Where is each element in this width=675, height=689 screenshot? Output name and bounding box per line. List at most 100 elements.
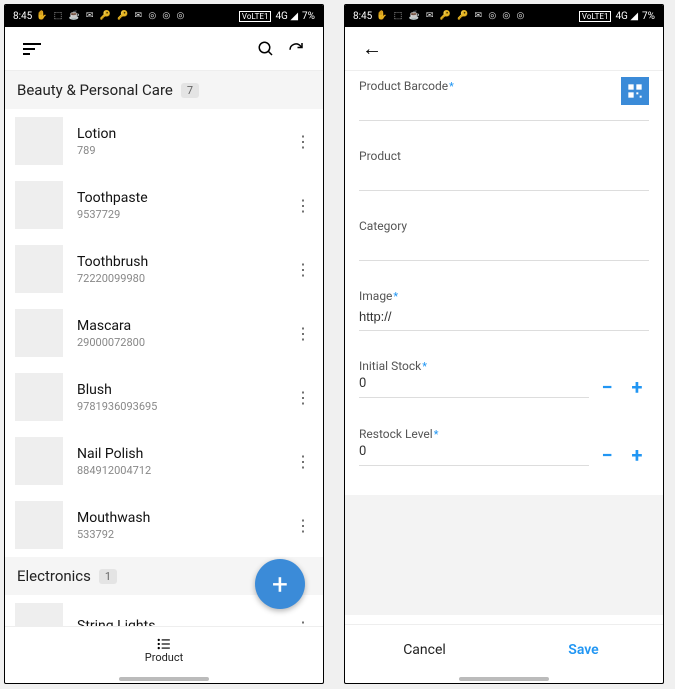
form-area: Product Barcode* Product Category Image*… <box>345 71 663 624</box>
product-name: Mascara <box>77 318 293 334</box>
product-thumbnail <box>15 117 63 165</box>
product-name: Nail Polish <box>77 446 293 462</box>
section-title: Beauty & Personal Care <box>17 81 173 99</box>
list-item[interactable]: Toothbrush72220099980⋮ <box>5 237 323 301</box>
search-button[interactable] <box>251 34 281 64</box>
field-barcode: Product Barcode* <box>359 79 649 121</box>
initial-stock-increment[interactable]: + <box>625 375 649 399</box>
section-count-badge: 1 <box>99 569 117 584</box>
section-title: Electronics <box>17 567 91 585</box>
item-menu-button[interactable]: ⋮ <box>293 388 313 407</box>
status-time: 8:45 <box>353 11 372 22</box>
restock-level-stepper: 0 − + <box>359 443 649 467</box>
list-item[interactable]: Mascara 29000072800⋮ <box>5 301 323 365</box>
scan-barcode-button[interactable] <box>621 77 649 105</box>
image-input[interactable] <box>359 305 649 331</box>
sort-icon <box>23 43 41 55</box>
product-name: Toothbrush <box>77 254 293 270</box>
form-actions: Cancel Save <box>345 624 663 674</box>
status-net: VoLTE1 <box>579 11 612 22</box>
status-bar: 8:45 ✋ ⬚ ☕ ✉ 🔑 🔑 ✉ ◎ ◎ ◎ VoLTE1 4G ◢ 7% <box>5 5 323 27</box>
status-icons: ✋ ⬚ ☕ ✉ 🔑 🔑 ✉ ◎ ◎ ◎ <box>36 11 186 21</box>
plus-icon: + <box>272 568 288 601</box>
product-code: 533792 <box>77 528 293 541</box>
product-input[interactable] <box>359 165 649 191</box>
bottom-nav-label[interactable]: Product <box>145 651 183 664</box>
product-thumbnail <box>15 309 63 357</box>
item-menu-button[interactable]: ⋮ <box>293 516 313 535</box>
search-icon <box>257 40 275 58</box>
list-item[interactable]: Blush 9781936093695⋮ <box>5 365 323 429</box>
product-name: Blush <box>77 382 293 398</box>
save-button[interactable]: Save <box>504 625 663 674</box>
required-mark: * <box>449 80 454 93</box>
status-signal: 4G ◢ <box>275 11 298 22</box>
item-menu-button[interactable]: ⋮ <box>293 260 313 279</box>
image-label: Image <box>359 289 392 303</box>
field-category: Category <box>359 219 649 261</box>
list-item[interactable]: Lotion 789⋮ <box>5 109 323 173</box>
field-image: Image* <box>359 289 649 331</box>
nav-handle <box>119 677 209 681</box>
status-bar: 8:45 ✋ ⬚ ☕ ✉ 🔑 🔑 ✉ ◎ ◎ ◎ VoLTE1 4G ◢ 7% <box>345 5 663 27</box>
back-arrow-icon: ← <box>362 36 382 61</box>
form-topbar: ← <box>345 27 663 71</box>
product-name: String Lights <box>77 618 293 626</box>
category-input[interactable] <box>359 235 649 261</box>
refresh-icon <box>287 40 305 58</box>
required-mark: * <box>422 360 427 373</box>
category-label: Category <box>359 219 407 233</box>
list-item[interactable]: Mouthwash533792⋮ <box>5 493 323 557</box>
back-button[interactable]: ← <box>357 34 387 64</box>
list-topbar <box>5 27 323 71</box>
initial-stock-stepper: 0 − + <box>359 375 649 399</box>
status-battery: 7% <box>302 11 315 22</box>
barcode-label: Product Barcode <box>359 79 448 93</box>
section-header-beauty[interactable]: Beauty & Personal Care 7 <box>5 71 323 109</box>
restock-level-value[interactable]: 0 <box>359 444 589 466</box>
status-signal: 4G ◢ <box>615 11 638 22</box>
refresh-button[interactable] <box>281 34 311 64</box>
barcode-input[interactable] <box>359 95 649 121</box>
item-menu-button[interactable]: ⋮ <box>293 132 313 151</box>
list-item[interactable]: Nail Polish 884912004712⋮ <box>5 429 323 493</box>
product-thumbnail <box>15 245 63 293</box>
restock-level-decrement[interactable]: − <box>595 443 619 467</box>
add-product-fab[interactable]: + <box>255 559 305 609</box>
required-mark: * <box>393 290 398 303</box>
product-thumbnail <box>15 603 63 626</box>
list-icon <box>156 637 172 651</box>
initial-stock-label: Initial Stock <box>359 359 421 373</box>
field-restock-level: Restock Level* 0 − + <box>359 427 649 467</box>
item-menu-button[interactable]: ⋮ <box>293 324 313 343</box>
initial-stock-value[interactable]: 0 <box>359 376 589 398</box>
product-code: 884912004712 <box>77 464 293 477</box>
status-time: 8:45 <box>13 11 32 22</box>
product-list[interactable]: Beauty & Personal Care 7 Lotion789⋮Tooth… <box>5 71 323 626</box>
phone-form-screen: 8:45 ✋ ⬚ ☕ ✉ 🔑 🔑 ✉ ◎ ◎ ◎ VoLTE1 4G ◢ 7% … <box>344 4 664 684</box>
list-item[interactable]: Toothpaste9537729⋮ <box>5 173 323 237</box>
product-thumbnail <box>15 181 63 229</box>
item-menu-button[interactable]: ⋮ <box>293 618 313 627</box>
product-label: Product <box>359 149 401 163</box>
item-menu-button[interactable]: ⋮ <box>293 196 313 215</box>
required-mark: * <box>434 428 439 441</box>
product-code: 29000072800 <box>77 336 293 349</box>
product-name: Toothpaste <box>77 190 293 206</box>
product-name: Lotion <box>77 126 293 142</box>
form-spacer <box>345 495 663 615</box>
product-code: 9781936093695 <box>77 400 293 413</box>
bottom-nav: Product <box>5 626 323 674</box>
product-code: 789 <box>77 144 293 157</box>
qr-icon <box>627 83 643 99</box>
product-thumbnail <box>15 501 63 549</box>
restock-level-label: Restock Level <box>359 427 433 441</box>
field-initial-stock: Initial Stock* 0 − + <box>359 359 649 399</box>
status-net: VoLTE1 <box>239 11 272 22</box>
cancel-button[interactable]: Cancel <box>345 625 504 674</box>
item-menu-button[interactable]: ⋮ <box>293 452 313 471</box>
restock-level-increment[interactable]: + <box>625 443 649 467</box>
sort-button[interactable] <box>17 34 47 64</box>
initial-stock-decrement[interactable]: − <box>595 375 619 399</box>
nav-handle <box>459 677 549 681</box>
